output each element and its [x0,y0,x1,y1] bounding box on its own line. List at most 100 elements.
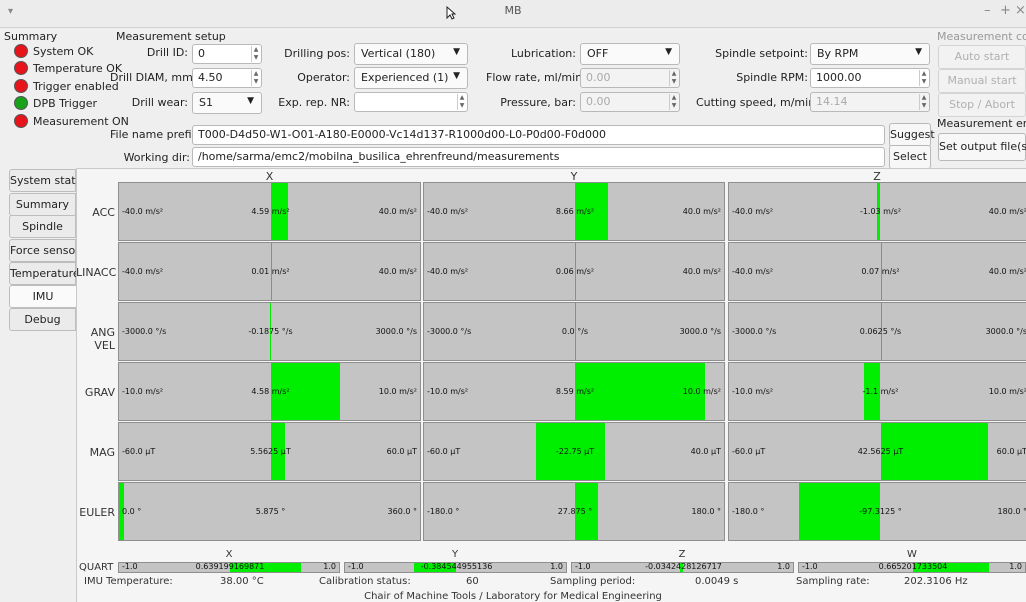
gauge-value-label: 4.58 m/s² [251,387,290,396]
tab-debug[interactable]: Debug [9,308,76,331]
file-prefix-label: File name prefix: [110,128,202,141]
set-output-files-button[interactable]: Set output file(s) [938,133,1026,161]
close-icon[interactable]: × [1015,3,1026,18]
sampling-period-value: 0.0049 s [695,576,739,587]
gauge-value-label: -1.1 m/s² [862,387,899,396]
gauge-acc-z: -40.0 m/s² 40.0 m/s² -1.03 m/s² [728,182,1026,241]
gauge-value-label: -0.384544955136 [420,562,493,571]
cutting-speed-value: 14.14 [816,95,848,108]
measurement-enable-title: Measurement enable [937,117,1026,130]
quart-headers: X Y Z W [118,549,1026,561]
gauge-euler-y: -180.0 ° 180.0 ° 27.875 ° [423,482,725,541]
spin-arrows-icon[interactable]: ▲ ▼ [457,94,466,110]
spin-arrows-icon[interactable]: ▲ ▼ [669,70,678,86]
working-dir-value: /home/sarma/emc2/mobilna_busilica_ehrenf… [198,150,560,163]
tab-summary[interactable]: Summary [9,193,76,216]
drilling-pos-select[interactable]: Vertical (180) ▼ [354,43,468,65]
lubrication-select[interactable]: OFF ▼ [580,43,680,65]
operator-select[interactable]: Experienced (1) ▼ [354,67,468,89]
minimize-icon[interactable]: – [984,3,991,18]
tab-spindle[interactable]: Spindle [9,215,76,238]
measurement-setup-title: Measurement setup [116,30,226,43]
gauge-value-label: 8.66 m/s² [555,207,595,216]
calibration-status-label: Calibration status: [319,576,411,587]
flow-rate-field[interactable]: 0.00 ▲ ▼ [580,68,680,88]
maximize-icon[interactable]: + [1000,3,1011,18]
working-dir-label: Working dir: [123,151,190,164]
gauge-ang-vel-x: -3000.0 °/s 3000.0 °/s -0.1875 °/s [118,302,421,361]
gauge-value-label: 0.639199169871 [195,562,265,571]
status-led-icon [14,96,28,110]
gauge-value-label: -0.0342428126717 [645,562,722,571]
gauge-value-label: 5.5625 µT [250,447,291,456]
drill-diam-label: Drill DIAM, mm: [110,71,197,84]
gauge-linacc-x: -40.0 m/s² 40.0 m/s² 0.01 m/s² [118,242,421,301]
spindle-setpoint-select[interactable]: By RPM ▼ [810,43,930,65]
working-dir-field[interactable]: /home/sarma/emc2/mobilna_busilica_ehrenf… [192,147,885,167]
spindle-rpm-value: 1000.00 [816,71,862,84]
indicator-label: System OK [33,44,94,58]
gauge-value-label: 27.875 ° [557,507,593,516]
row-label: GRAV [84,386,115,399]
spin-arrows-icon[interactable]: ▲ ▼ [251,70,260,86]
gauge-value-label: -97.3125 ° [859,507,902,516]
tab-temperature[interactable]: Temperature [9,262,80,285]
exp-rep-field[interactable]: ▲ ▼ [354,92,468,112]
quart-header-w: W [907,549,917,560]
sampling-period-label: Sampling period: [550,576,636,587]
spin-arrows-icon[interactable]: ▲ ▼ [919,70,928,86]
gauge-linacc-y: -40.0 m/s² 40.0 m/s² 0.06 m/s² [423,242,725,301]
manual-start-button[interactable]: Manual start [938,69,1026,93]
chevron-down-icon: ▼ [915,47,922,57]
spin-arrows-icon[interactable]: ▲ ▼ [919,94,928,110]
quart-gauge-x: -1.0 1.0 0.639199169871 [118,562,340,573]
gauge-euler-z: -180.0 ° 180.0 ° -97.3125 ° [728,482,1026,541]
spin-arrows-icon[interactable]: ▲ ▼ [251,46,260,62]
drill-wear-select[interactable]: S1 ▼ [192,92,262,114]
gauge-acc-y: -40.0 m/s² 40.0 m/s² 8.66 m/s² [423,182,725,241]
select-button[interactable]: Select [889,145,931,169]
suggest-button[interactable]: Suggest [889,123,935,147]
drill-id-field[interactable]: 0 ▲ ▼ [192,44,262,64]
gauge-value-label: 5.875 ° [255,507,286,516]
gauge-value-label: 0.0625 °/s [859,327,902,336]
stop-abort-button[interactable]: Stop / Abort [938,93,1026,117]
cutting-speed-field[interactable]: 14.14 ▲ ▼ [810,92,930,112]
drill-wear-value: S1 [199,96,213,109]
cutting-speed-label: Cutting speed, m/min: [696,96,819,109]
quart-header-x: X [225,549,233,560]
gauge-value-label: -1.03 m/s² [859,207,902,216]
tab-system-status[interactable]: System status [9,169,88,192]
spindle-rpm-field[interactable]: 1000.00 ▲ ▼ [810,68,930,88]
drill-wear-label: Drill wear: [131,96,188,109]
exp-rep-label: Exp. rep. NR: [278,96,350,109]
sampling-rate-value: 202.3106 Hz [904,576,968,587]
indicator-system-ok: System OK [14,43,93,59]
tab-imu[interactable]: IMU [9,285,76,308]
tab-force-sensor[interactable]: Force sensor [9,239,80,262]
calibration-status-value: 60 [466,576,479,587]
row-label: MAG [89,446,115,459]
pressure-field[interactable]: 0.00 ▲ ▼ [580,92,680,112]
indicator-trigger-enabled: Trigger enabled [14,78,119,94]
window-title: MB [504,4,522,17]
gauge-euler-x: 0.0 ° 360.0 ° 5.875 ° [118,482,421,541]
drill-diam-field[interactable]: 4.50 ▲ ▼ [192,68,262,88]
pressure-value: 0.00 [586,95,611,108]
auto-start-button[interactable]: Auto start [938,45,1026,69]
gauge-grav-y: -10.0 m/s² 10.0 m/s² 8.59 m/s² [423,362,725,421]
flow-rate-value: 0.00 [586,71,611,84]
imu-temperature-label: IMU Temperature: [84,576,173,587]
drilling-pos-value: Vertical (180) [361,47,436,60]
file-prefix-field[interactable]: T000-D4d50-W1-O01-A180-E0000-Vc14d137-R1… [192,125,885,145]
gauge-grav-x: -10.0 m/s² 10.0 m/s² 4.58 m/s² [118,362,421,421]
mouse-cursor-icon [446,5,457,20]
spindle-rpm-label: Spindle RPM: [736,71,808,84]
drill-id-label: Drill ID: [146,46,188,59]
drill-diam-value: 4.50 [198,71,223,84]
gauge-value-label: -22.75 µT [555,447,595,456]
quart-gauge-w: -1.0 1.0 0.665201733504 [798,562,1026,573]
imu-temperature-value: 38.00 °C [220,576,264,587]
spin-arrows-icon[interactable]: ▲ ▼ [669,94,678,110]
row-label: LINACC [76,266,117,279]
